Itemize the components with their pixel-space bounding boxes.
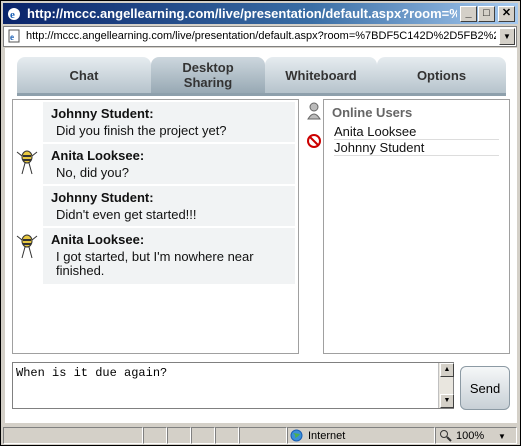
- globe-icon: [290, 429, 303, 445]
- title-bar[interactable]: e http://mccc.angellearning.com/live/pre…: [3, 3, 518, 24]
- bee-avatar-icon: [16, 148, 38, 176]
- message-sender: Johnny Student:: [51, 190, 154, 205]
- online-users-panel: Online Users Anita Looksee Johnny Studen…: [323, 99, 510, 354]
- chat-message: Johnny Student: Did you finish the proje…: [51, 106, 291, 138]
- online-users-header: Online Users: [332, 105, 413, 120]
- address-bar[interactable]: e http://mccc.angellearning.com/live/pre…: [3, 26, 517, 47]
- maximize-button[interactable]: □: [478, 6, 495, 22]
- zoom-icon: [439, 429, 452, 445]
- page-icon: e: [7, 29, 21, 46]
- tab-bar: Chat Desktop Sharing Whiteboard Options: [17, 57, 506, 95]
- close-button[interactable]: ✕: [498, 6, 515, 22]
- message-text: I got started, but I'm nowhere near fini…: [56, 249, 254, 278]
- scroll-up-icon[interactable]: ▲: [440, 363, 454, 377]
- user-icon[interactable]: [306, 101, 322, 126]
- block-icon[interactable]: [306, 133, 322, 154]
- message-sender: Johnny Student:: [51, 106, 154, 121]
- ie-icon: e: [6, 6, 22, 25]
- message-text: Did you finish the project yet?: [56, 123, 227, 138]
- security-zone: Internet: [287, 427, 435, 444]
- scroll-down-icon[interactable]: ▼: [440, 394, 454, 408]
- send-button[interactable]: Send: [460, 366, 510, 410]
- minimize-button[interactable]: _: [460, 6, 477, 22]
- message-text: No, did you?: [56, 165, 129, 180]
- zoom-level: 100%: [456, 430, 485, 442]
- tab-desktop-sharing[interactable]: Desktop Sharing: [151, 57, 265, 93]
- tab-options[interactable]: Options: [377, 57, 506, 93]
- tab-whiteboard[interactable]: Whiteboard: [265, 57, 377, 93]
- tab-chat[interactable]: Chat: [17, 57, 151, 93]
- list-item[interactable]: Anita Looksee: [334, 124, 499, 140]
- message-composer: ▲ ▼: [12, 362, 454, 409]
- chat-message: Anita Looksee: I got started, but I'm no…: [51, 232, 291, 278]
- chat-message: Johnny Student: Didn't even get started!…: [51, 190, 291, 222]
- list-item[interactable]: Johnny Student: [334, 140, 499, 156]
- status-bar: Internet 100% ▼: [3, 427, 518, 444]
- address-url[interactable]: http://mccc.angellearning.com/live/prese…: [26, 30, 496, 42]
- app-content: Chat Desktop Sharing Whiteboard Options …: [5, 48, 517, 423]
- send-label: Send: [469, 380, 501, 396]
- message-sender: Anita Looksee:: [51, 148, 145, 163]
- message-sender: Anita Looksee:: [51, 232, 145, 247]
- zoom-control[interactable]: 100% ▼: [435, 427, 517, 444]
- window-title: http://mccc.angellearning.com/live/prese…: [27, 6, 457, 21]
- bee-avatar-icon: [16, 232, 38, 260]
- message-text: Didn't even get started!!!: [56, 207, 197, 222]
- svg-text:e: e: [10, 9, 15, 21]
- chevron-down-icon[interactable]: ▼: [499, 28, 515, 45]
- chat-message: Anita Looksee: No, did you?: [51, 148, 291, 180]
- message-input[interactable]: [13, 363, 437, 406]
- chat-transcript[interactable]: Johnny Student: Did you finish the proje…: [12, 99, 299, 354]
- scrollbar[interactable]: ▲ ▼: [438, 363, 454, 408]
- zone-label: Internet: [308, 430, 346, 442]
- chevron-down-icon[interactable]: ▼: [498, 432, 506, 441]
- svg-text:e: e: [10, 32, 14, 42]
- tab-divider: [17, 93, 506, 96]
- browser-window: e http://mccc.angellearning.com/live/pre…: [0, 0, 521, 446]
